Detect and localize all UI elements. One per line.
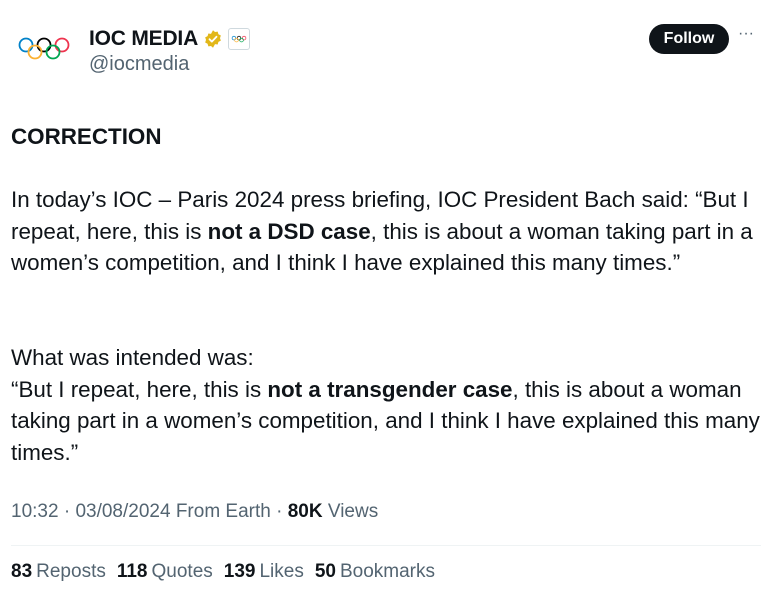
tweet-source: From Earth: [175, 501, 271, 522]
stat-label: Reposts: [36, 561, 106, 582]
tweet-paragraph-2: What was intended was: “But I repeat, her…: [11, 342, 763, 468]
tweet-text: “But I repeat, here, this is: [11, 376, 268, 402]
separator: ·: [276, 501, 283, 522]
tweet-meta: 10:32 · 03/08/2024 From Earth · 80K View…: [11, 501, 378, 523]
stat-count: 50: [314, 561, 336, 582]
display-name[interactable]: IOC MEDIA: [89, 27, 198, 51]
stat-label: Quotes: [151, 561, 213, 582]
tweet-bold-text: not a DSD case: [207, 218, 371, 244]
tweet-heading: CORRECTION: [11, 124, 162, 149]
olympic-rings-mini-icon: [231, 35, 247, 42]
tweet-date[interactable]: 03/08/2024: [75, 501, 170, 522]
more-horizontal-icon[interactable]: ···: [738, 26, 754, 42]
tweet-paragraph-1: In today’s IOC – Paris 2024 press briefi…: [11, 184, 763, 279]
stat-quotes[interactable]: 118 Quotes: [117, 561, 213, 583]
olympic-rings-icon: [18, 37, 70, 60]
account-name-row[interactable]: IOC MEDIA: [89, 25, 251, 53]
tweet-bold-text: not a transgender case: [267, 376, 513, 402]
separator: ·: [63, 501, 71, 522]
stat-count: 118: [116, 561, 148, 582]
stat-reposts[interactable]: 83 Reposts: [11, 561, 106, 583]
stat-likes[interactable]: 139 Likes: [224, 561, 304, 583]
views-count: 80K: [287, 501, 323, 522]
divider: [11, 545, 761, 546]
olympic-rings-badge-icon[interactable]: [228, 28, 251, 50]
follow-button[interactable]: Follow: [649, 24, 729, 54]
tweet-time[interactable]: 10:32: [11, 501, 59, 522]
views-label: Views: [327, 501, 379, 522]
stat-count: 83: [11, 561, 33, 582]
account-handle[interactable]: @iocmedia: [89, 53, 189, 76]
tweet-text: What was intended was:: [11, 345, 254, 370]
stat-label: Bookmarks: [339, 561, 435, 582]
stat-label: Likes: [259, 561, 304, 582]
stat-count: 139: [223, 561, 256, 582]
verified-gold-badge-icon[interactable]: [203, 29, 223, 49]
stat-bookmarks[interactable]: 50 Bookmarks: [315, 561, 435, 583]
engagement-stats: 83 Reposts 118 Quotes 139 Likes 50 Bookmarks: [11, 561, 435, 583]
avatar[interactable]: [18, 34, 70, 66]
